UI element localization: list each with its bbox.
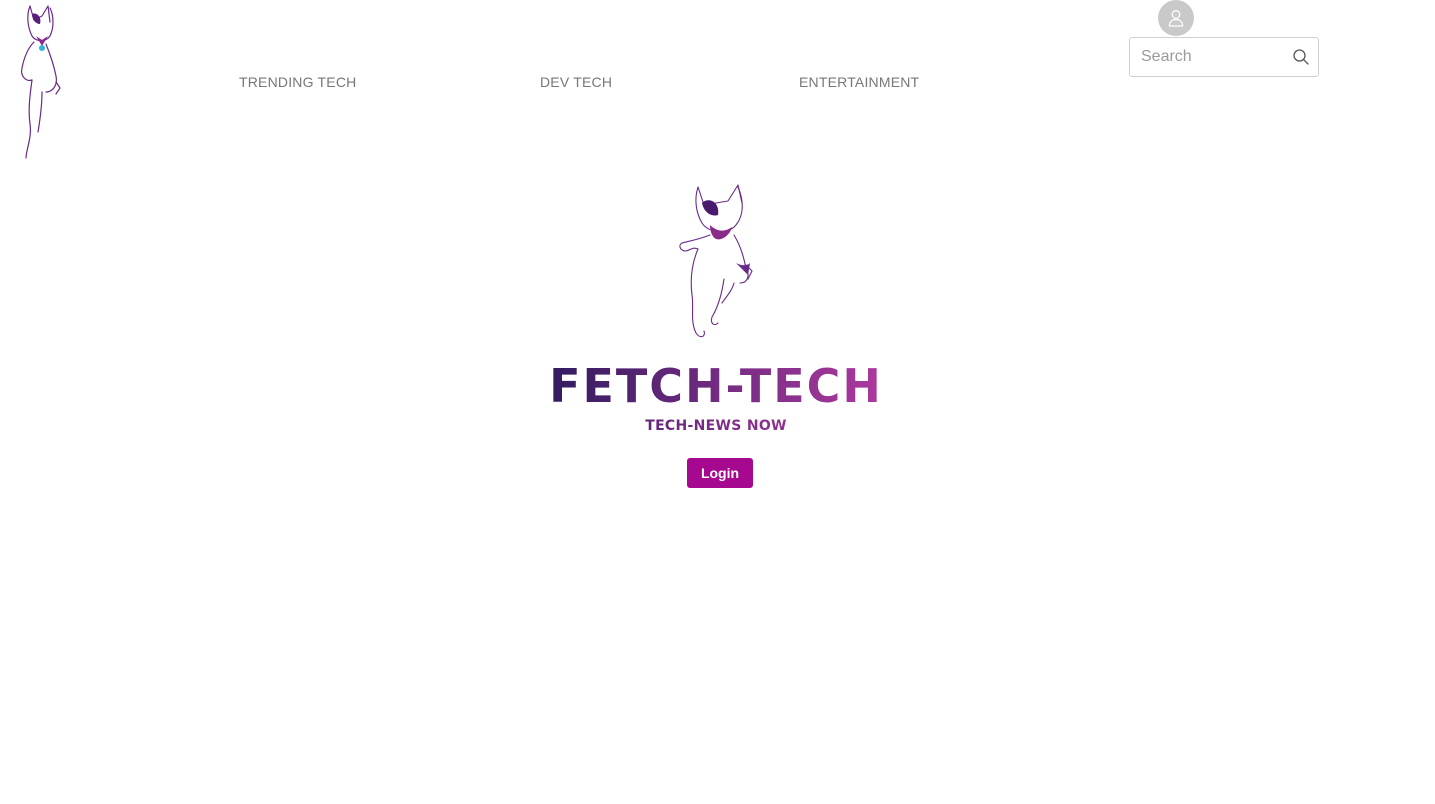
brand-title: FETCH-TECH xyxy=(540,360,892,412)
search-input[interactable] xyxy=(1130,38,1291,76)
header-logo-icon[interactable] xyxy=(12,2,62,160)
nav-dev-tech[interactable]: DEV TECH xyxy=(540,74,612,90)
nav-trending-tech[interactable]: TRENDING TECH xyxy=(239,74,356,90)
brand-tagline: TECH-NEWS NOW xyxy=(540,418,892,434)
nav-entertainment[interactable]: ENTERTAINMENT xyxy=(799,74,919,90)
user-avatar-button[interactable] xyxy=(1158,0,1194,36)
search-icon[interactable] xyxy=(1292,48,1310,66)
page: TRENDING TECH DEV TECH ENTERTAINMENT Sea… xyxy=(0,0,1435,804)
search-box xyxy=(1129,37,1319,77)
login-button[interactable]: Login xyxy=(687,458,753,488)
brand-logo: FETCH-TECH TECH-NEWS NOW xyxy=(540,360,892,440)
hero-dog-icon xyxy=(679,184,753,338)
user-icon xyxy=(1168,10,1184,27)
